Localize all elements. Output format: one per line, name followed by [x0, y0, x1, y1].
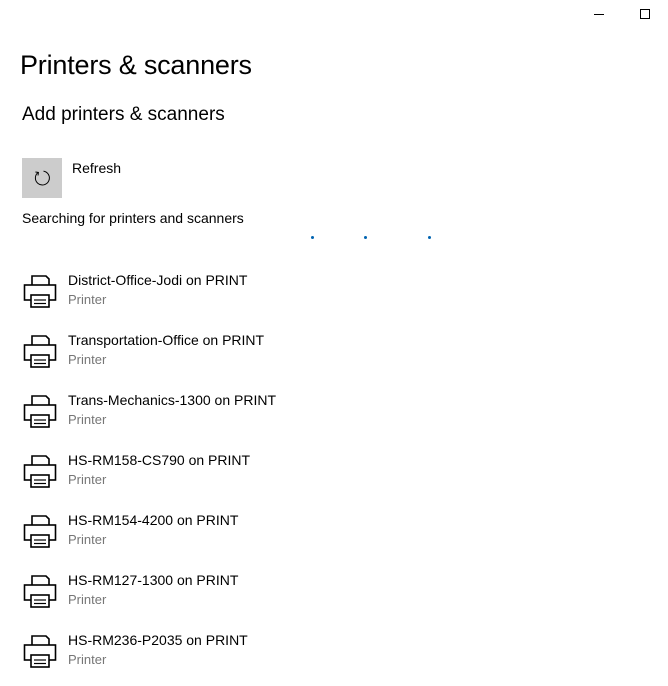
- progress-dot: [428, 236, 431, 239]
- printer-type: Printer: [68, 652, 107, 667]
- minimize-icon: [594, 14, 604, 15]
- refresh-button[interactable]: Refresh: [22, 158, 121, 198]
- printer-text: HS-RM236-P2035 on PRINT Printer: [68, 626, 248, 669]
- printer-list-item[interactable]: Transportation-Office on PRINT Printer: [22, 326, 276, 386]
- refresh-tile[interactable]: [22, 158, 62, 198]
- progress-indicator: [0, 236, 668, 240]
- printer-name: Transportation-Office on PRINT: [68, 332, 265, 348]
- printer-list-item[interactable]: HS-RM236-P2035 on PRINT Printer: [22, 626, 276, 686]
- printer-icon: [23, 635, 57, 668]
- printer-icon: [23, 575, 57, 608]
- printer-type: Printer: [68, 292, 107, 307]
- progress-dot: [364, 236, 367, 239]
- printer-name: HS-RM236-P2035 on PRINT: [68, 632, 248, 648]
- printer-name: District-Office-Jodi on PRINT: [68, 272, 248, 288]
- printer-name: HS-RM127-1300 on PRINT: [68, 572, 239, 588]
- refresh-icon: [34, 170, 50, 186]
- printer-type: Printer: [68, 532, 107, 547]
- printer-text: HS-RM154-4200 on PRINT Printer: [68, 506, 238, 549]
- printer-list-item[interactable]: District-Office-Jodi on PRINT Printer: [22, 266, 276, 326]
- printer-text: District-Office-Jodi on PRINT Printer: [68, 266, 247, 309]
- printer-text: HS-RM158-CS790 on PRINT Printer: [68, 446, 250, 489]
- printer-list-item[interactable]: HS-RM158-CS790 on PRINT Printer: [22, 446, 276, 506]
- printer-list-item[interactable]: HS-RM127-1300 on PRINT Printer: [22, 566, 276, 626]
- printer-icon: [23, 515, 57, 548]
- maximize-button[interactable]: [622, 0, 668, 28]
- printer-list-item[interactable]: HS-RM154-4200 on PRINT Printer: [22, 506, 276, 566]
- refresh-label[interactable]: Refresh: [72, 160, 121, 176]
- maximize-icon: [640, 9, 650, 19]
- printer-icon: [23, 335, 57, 368]
- minimize-button[interactable]: [576, 0, 622, 28]
- printer-list: District-Office-Jodi on PRINT Printer Tr…: [22, 266, 276, 686]
- printer-text: HS-RM127-1300 on PRINT Printer: [68, 566, 238, 609]
- printer-name: HS-RM158-CS790 on PRINT: [68, 452, 251, 468]
- printer-text: Trans-Mechanics-1300 on PRINT Printer: [68, 386, 276, 429]
- printer-type: Printer: [68, 592, 107, 607]
- progress-dot: [311, 236, 314, 239]
- printer-list-item[interactable]: Trans-Mechanics-1300 on PRINT Printer: [22, 386, 276, 446]
- section-title-add-printers: Add printers & scanners: [22, 104, 225, 125]
- printer-name: Trans-Mechanics-1300 on PRINT: [68, 392, 277, 408]
- printer-icon: [23, 275, 57, 308]
- printer-type: Printer: [68, 352, 107, 367]
- printer-name: HS-RM154-4200 on PRINT: [68, 512, 239, 528]
- searching-status: Searching for printers and scanners: [22, 210, 244, 226]
- printer-text: Transportation-Office on PRINT Printer: [68, 326, 264, 369]
- printer-icon: [23, 455, 57, 488]
- page-title: Printers & scanners: [20, 50, 252, 80]
- window-controls: [576, 0, 668, 28]
- printer-icon: [23, 395, 57, 428]
- printer-type: Printer: [68, 412, 107, 427]
- printer-type: Printer: [68, 472, 107, 487]
